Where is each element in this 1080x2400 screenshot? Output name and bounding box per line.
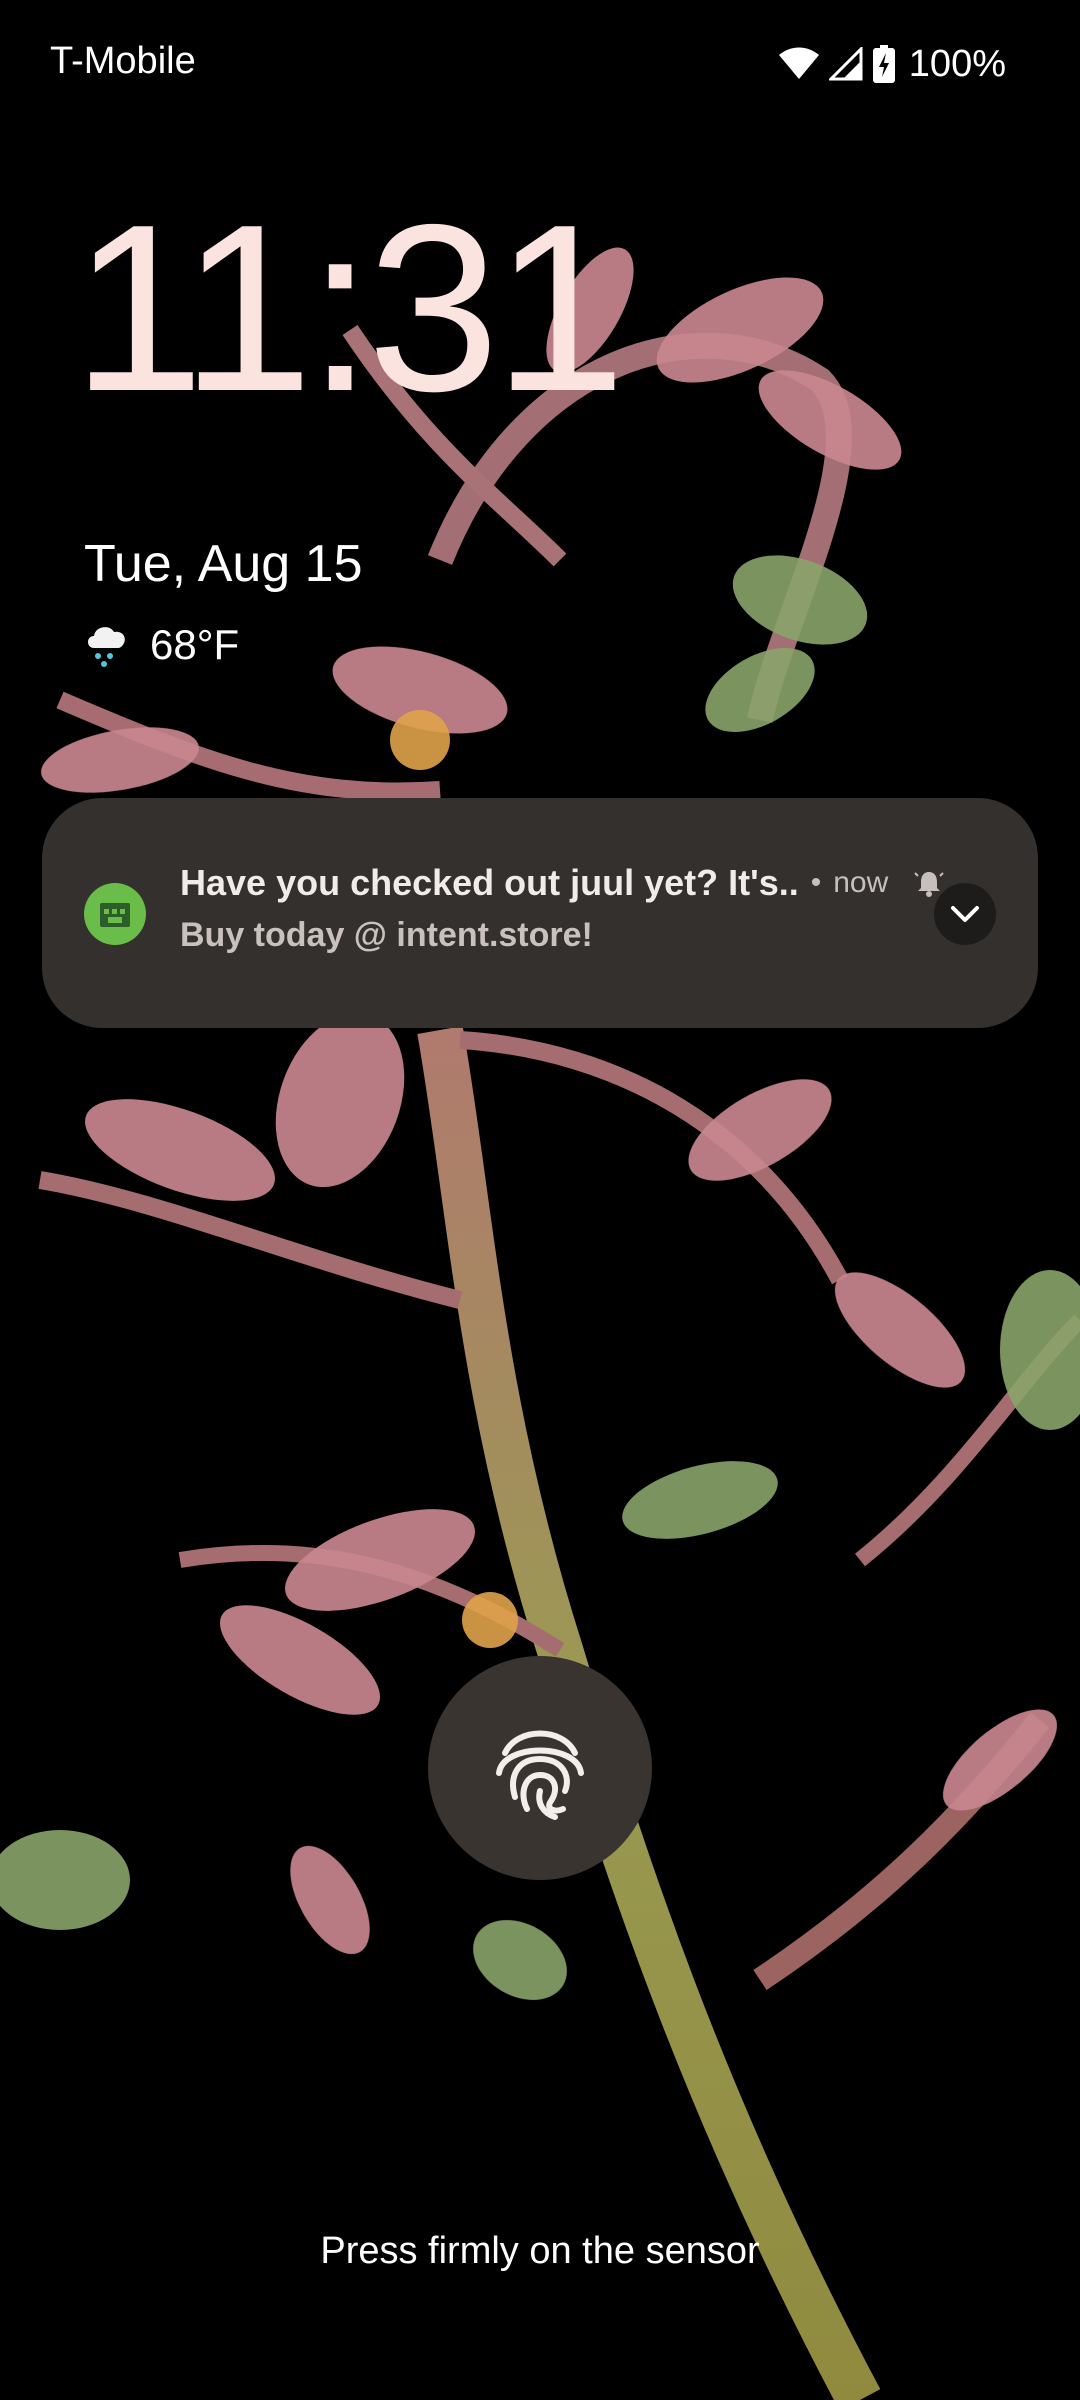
lockscreen-date[interactable]: Tue, Aug 15 bbox=[84, 534, 363, 594]
notification-body: Buy today @ intent.store! bbox=[180, 916, 593, 954]
lock-screen: T-Mobile 100% 11:31 Tue, Aug 15 68°F Hav… bbox=[0, 0, 1080, 2400]
lockscreen-clock: 11:31 bbox=[72, 176, 626, 441]
cell-signal-icon bbox=[828, 47, 863, 81]
bell-icon bbox=[914, 872, 944, 897]
wifi-icon bbox=[778, 47, 819, 79]
fingerprint-icon bbox=[496, 1730, 584, 1820]
battery-charging-icon bbox=[872, 45, 895, 83]
weather-widget[interactable]: 68°F bbox=[84, 620, 239, 670]
unlock-hint: Press firmly on the sensor bbox=[320, 2230, 760, 2272]
status-bar: T-Mobile 100% bbox=[0, 0, 1080, 128]
app-icon bbox=[84, 883, 146, 945]
carrier-name: T-Mobile bbox=[50, 40, 196, 82]
notification-card[interactable]: Have you checked out juul yet? It's.. • … bbox=[42, 798, 1038, 1028]
fingerprint-sensor-button[interactable] bbox=[428, 1656, 652, 1880]
notification-time: now bbox=[833, 866, 889, 899]
notification-title: Have you checked out juul yet? It's.. bbox=[180, 862, 799, 903]
chevron-down-icon bbox=[951, 906, 979, 922]
notification-separator: • bbox=[810, 866, 822, 899]
weather-temperature: 68°F bbox=[150, 621, 240, 668]
status-icons: 100% bbox=[778, 40, 1006, 88]
expand-notification-button[interactable] bbox=[934, 883, 996, 945]
rain-cloud-icon bbox=[88, 627, 125, 667]
notification-header: Have you checked out juul yet? It's.. • … bbox=[180, 862, 944, 904]
battery-percentage: 100% bbox=[908, 42, 1006, 85]
